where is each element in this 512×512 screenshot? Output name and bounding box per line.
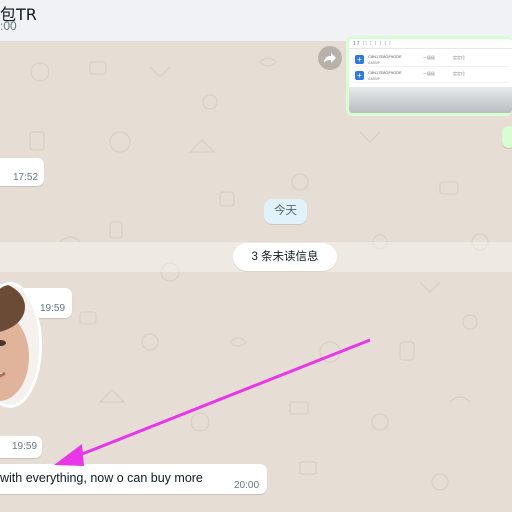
forward-button[interactable] <box>318 46 342 70</box>
image-row-col2: 定定位 <box>453 55 465 60</box>
image-content: 17 ⁞⁞ ⁞ ⁞ ⁞ ⁞ ⁞ + C8N17E8GF9GDE AMWF 一级级… <box>349 39 512 113</box>
image-toolbar-text: 17 ⁞⁞ ⁞ ⁞ ⁞ ⁞ ⁞ <box>349 39 512 49</box>
chat-subtitle: :00 <box>0 19 17 33</box>
plus-icon: + <box>355 55 364 64</box>
image-row-col1: 一级级 <box>423 55 435 60</box>
message-time: 17:52 <box>13 172 39 183</box>
incoming-message[interactable]: 17:52 <box>0 158 44 186</box>
message-text: with everything, now o can buy more <box>0 471 203 485</box>
image-row-subtext: AMWF <box>368 76 381 81</box>
image-message[interactable]: 17 ⁞⁞ ⁞ ⁞ ⁞ ⁞ ⁞ + C8N17E8GF9GDE AMWF 一级级… <box>346 36 512 116</box>
image-row-col2: 定定位 <box>453 71 465 76</box>
outgoing-bubble-edge[interactable] <box>502 126 512 148</box>
image-row-col1: 一级级 <box>423 71 435 76</box>
date-divider: 今天 <box>264 199 307 224</box>
message-time: 19:59 <box>40 303 66 314</box>
image-footer-gradient <box>349 87 512 113</box>
message-time: 20:00 <box>234 480 260 491</box>
image-row-subtext: AMWF <box>368 60 381 65</box>
message-time: 19:59 <box>12 441 38 452</box>
unread-divider: 3 条未读信息 <box>233 243 337 271</box>
plus-icon: + <box>355 71 364 80</box>
incoming-message[interactable]: with everything, now o can buy more 20:0… <box>0 464 267 494</box>
image-row: + C8N17E8GF9GDE AMWF 一级级 定定位 <box>353 69 508 83</box>
photo-time-bubble: 19:59 <box>0 436 42 458</box>
image-row: + C8N17E8GF9GDE AMWF 一级级 定定位 <box>353 53 508 67</box>
image-row-text: C8N17E8GF9GDE <box>368 70 402 75</box>
forward-arrow-icon <box>324 53 336 63</box>
image-row-text: C8N17E8GF9GDE <box>368 54 402 59</box>
